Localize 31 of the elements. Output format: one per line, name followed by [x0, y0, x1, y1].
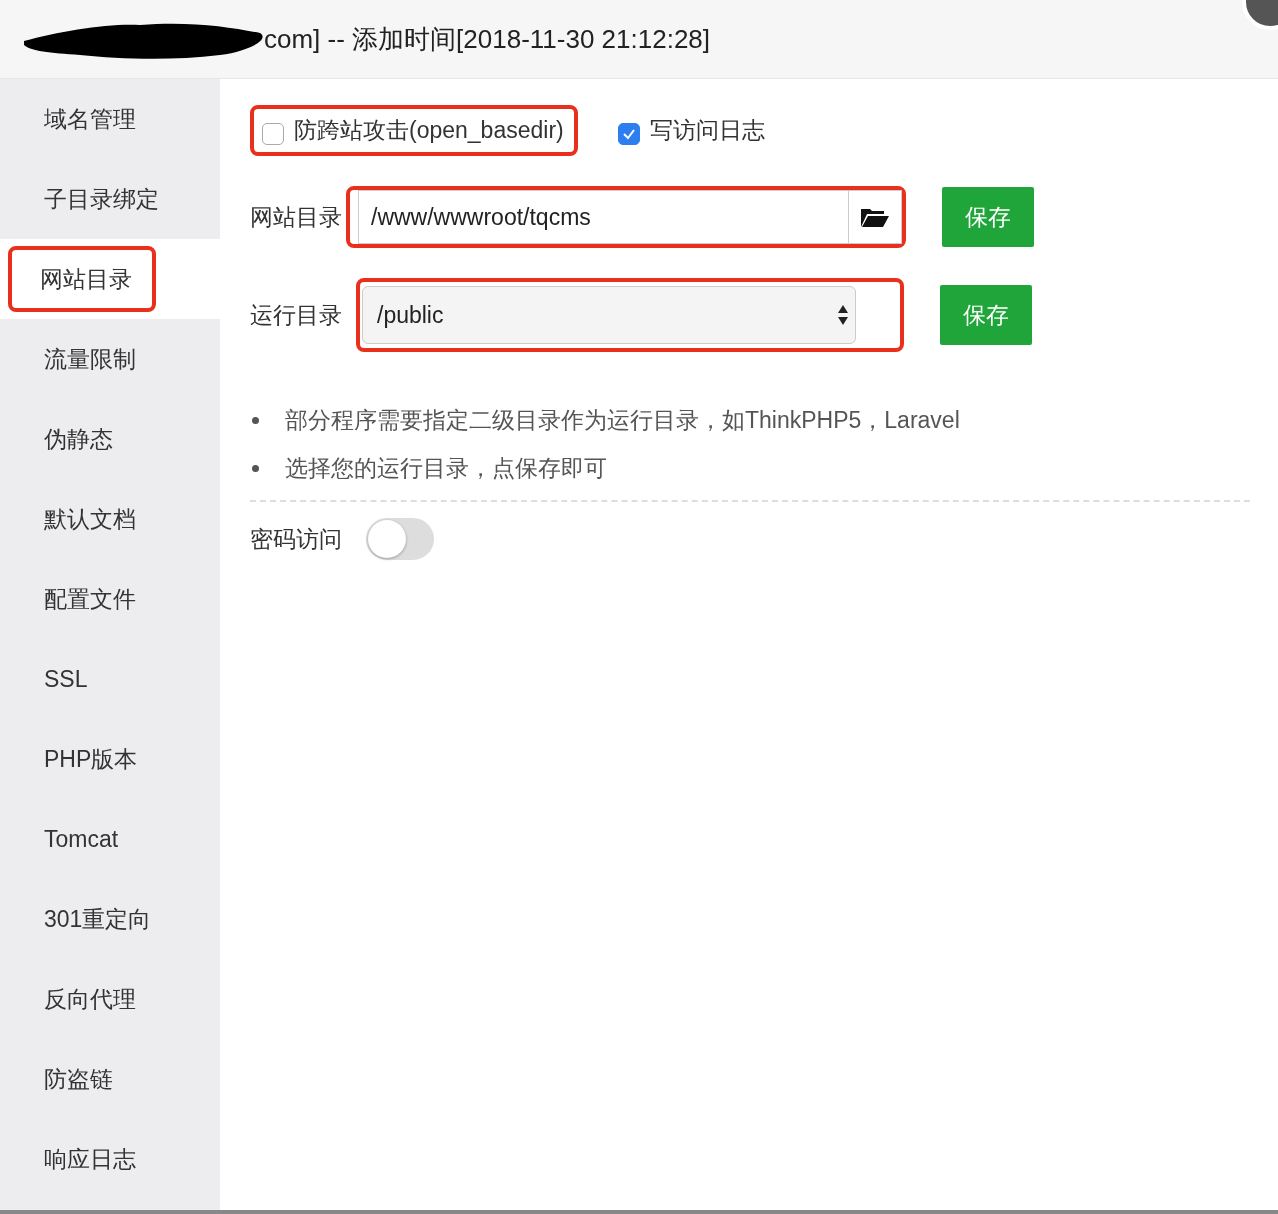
sidebar-item[interactable]: 响应日志	[0, 1119, 220, 1199]
sort-arrows-icon	[837, 304, 849, 326]
toggle-switch[interactable]	[366, 518, 434, 560]
sidebar-item[interactable]: 默认文档	[0, 479, 220, 559]
hint-text: 选择您的运行目录，点保存即可	[285, 454, 607, 483]
sidebar-item[interactable]: 反向代理	[0, 959, 220, 1039]
hint-text: 部分程序需要指定二级目录作为运行目录，如ThinkPHP5，Laravel	[285, 406, 960, 435]
sidebar-item[interactable]: Tomcat	[0, 799, 220, 879]
checkbox-label: 防跨站攻击(open_basedir)	[294, 116, 564, 145]
sidebar-item[interactable]: 流量限制	[0, 319, 220, 399]
field-label: 运行目录	[250, 300, 343, 330]
window-title: com] -- 添加时间[2018-11-30 21:12:28]	[264, 22, 711, 56]
toggle-label: 密码访问	[250, 524, 342, 554]
sidebar-item[interactable]: 配置文件	[0, 559, 220, 639]
path-field[interactable]: /www/wwwroot/tqcms	[358, 190, 902, 244]
bullet-icon	[252, 464, 259, 472]
sidebar-item[interactable]: 子目录绑定	[0, 159, 220, 239]
sidebar-item[interactable]: 防盗链	[0, 1039, 220, 1119]
sidebar-item[interactable]: 伪静态	[0, 399, 220, 479]
sidebar-item[interactable]: PHP版本	[0, 719, 220, 799]
directory-select[interactable]: /public	[362, 286, 856, 344]
sidebar-item[interactable]: SSL	[0, 639, 220, 719]
field-label: 网站目录	[250, 202, 343, 232]
folder-icon[interactable]	[860, 206, 890, 228]
checkbox-label: 写访问日志	[649, 116, 765, 145]
sidebar-item[interactable]: 网站目录	[0, 239, 220, 319]
bullet-icon	[252, 416, 259, 424]
sidebar-item[interactable]: 301重定向	[0, 879, 220, 959]
checkbox[interactable]	[262, 122, 284, 145]
checkbox[interactable]	[617, 122, 640, 145]
sidebar-item[interactable]: 域名管理	[0, 79, 220, 159]
